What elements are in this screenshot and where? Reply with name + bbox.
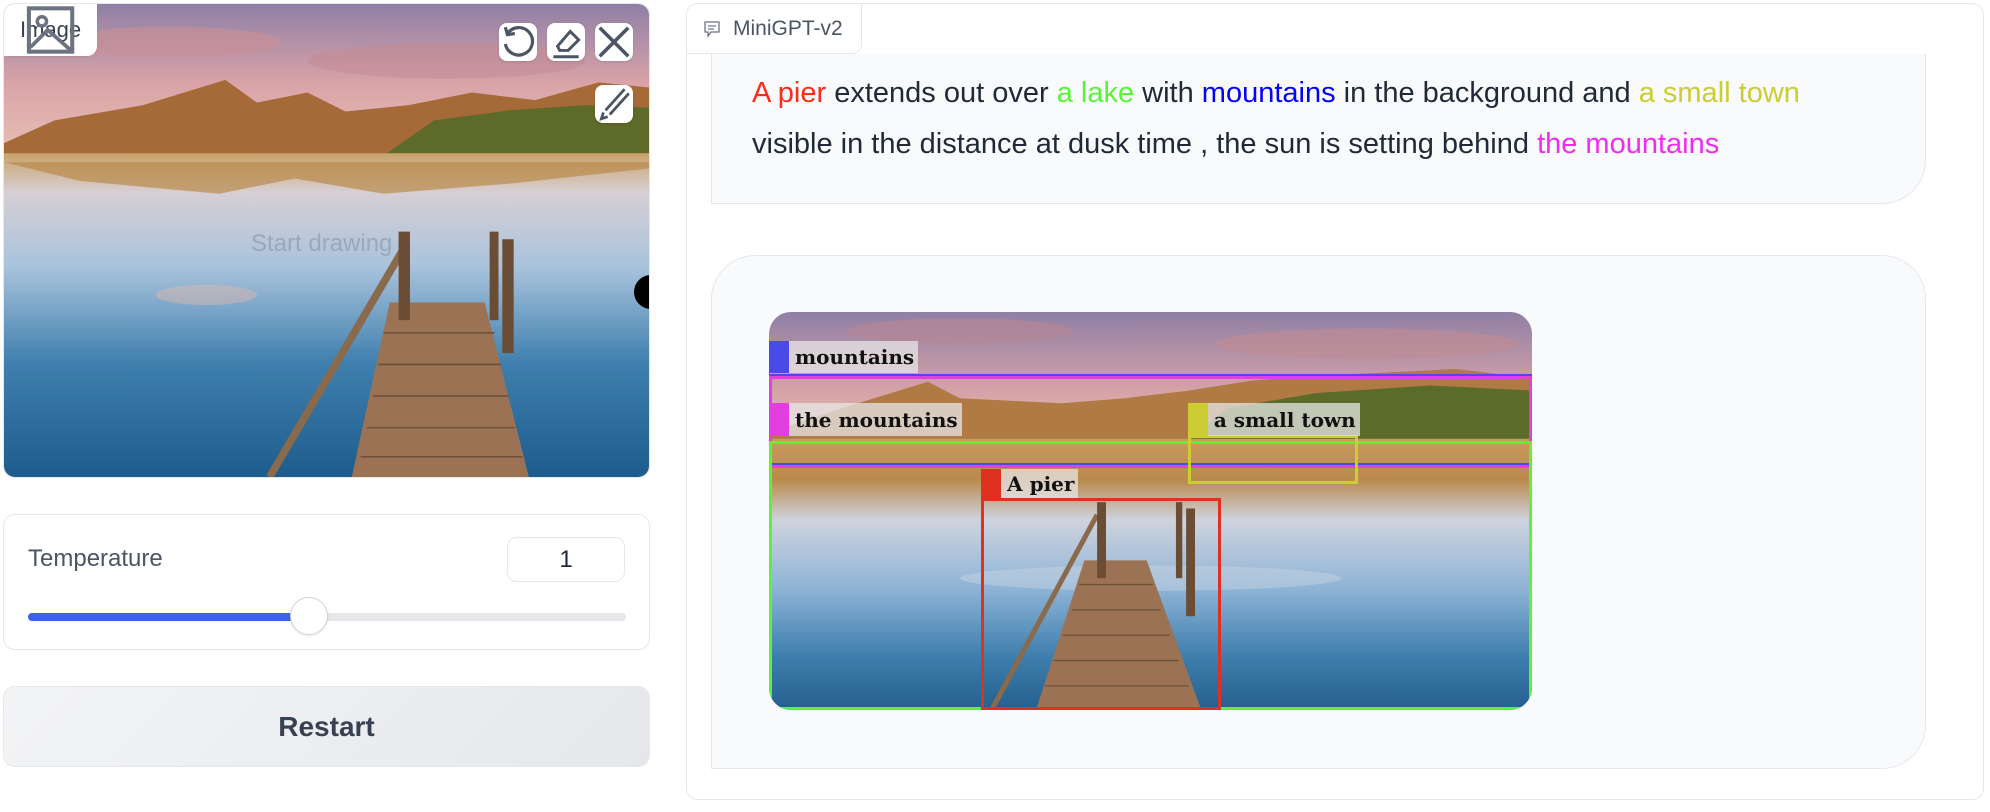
caption-segment: visible in the distance at dusk time , t… bbox=[752, 128, 1538, 160]
brush-icon bbox=[599, 88, 630, 121]
caption-segment: extends out over bbox=[826, 77, 1057, 109]
clear-button[interactable] bbox=[595, 23, 633, 61]
undo-button[interactable] bbox=[499, 23, 537, 61]
image-input-panel[interactable]: Image Start drawing bbox=[3, 3, 650, 478]
annotated-image: mountains the mountains a small town A p… bbox=[769, 312, 1532, 710]
caption-segment: a lake bbox=[1056, 77, 1135, 109]
start-drawing-placeholder: Start drawing bbox=[251, 230, 393, 257]
label-swatch bbox=[769, 403, 789, 437]
image-icon bbox=[26, 6, 75, 54]
caption-segment: a small town bbox=[1638, 77, 1800, 109]
bbox-label-text: mountains bbox=[795, 344, 915, 369]
temperature-number-input[interactable]: 1 bbox=[507, 537, 625, 582]
temperature-slider[interactable] bbox=[28, 597, 626, 635]
undo-icon bbox=[503, 26, 535, 57]
label-swatch bbox=[1187, 403, 1208, 437]
bbox-label-text: A pier bbox=[1007, 471, 1075, 496]
chat-icon bbox=[704, 20, 720, 38]
eraser-button[interactable] bbox=[547, 23, 585, 61]
bbox-label-a-small-town: a small town bbox=[1187, 403, 1360, 437]
slider-fill bbox=[28, 613, 310, 621]
grounded-caption: A pier extends out over a lake with moun… bbox=[752, 77, 1800, 160]
eraser-icon bbox=[553, 29, 581, 59]
chatbot-panel: MiniGPT-v2 A pier extends out over a lak… bbox=[686, 3, 1984, 800]
restart-button[interactable]: Restart bbox=[3, 686, 650, 767]
brush-button[interactable] bbox=[595, 85, 633, 123]
slider-thumb[interactable] bbox=[290, 597, 329, 635]
bot-message-image: mountains the mountains a small town A p… bbox=[711, 255, 1926, 769]
image-input-label: Image bbox=[4, 4, 98, 56]
close-icon bbox=[598, 26, 630, 58]
caption-segment: the mountains bbox=[1537, 128, 1720, 160]
bbox-a-pier bbox=[981, 498, 1221, 710]
label-swatch bbox=[769, 341, 789, 373]
label-swatch bbox=[981, 469, 1002, 499]
bbox-label-text: a small town bbox=[1213, 407, 1356, 432]
bbox-label-a-pier: A pier bbox=[981, 469, 1079, 499]
caption-segment: in the background and bbox=[1335, 77, 1639, 109]
bbox-label-the-mountains: the mountains bbox=[769, 403, 962, 437]
bot-message-text: A pier extends out over a lake with moun… bbox=[711, 54, 1926, 204]
bbox-label-mountains: mountains bbox=[769, 341, 919, 373]
caption-segment: mountains bbox=[1201, 77, 1336, 109]
caption-segment: with bbox=[1134, 77, 1202, 109]
bbox-a-small-town bbox=[1187, 434, 1359, 485]
temperature-label: Temperature bbox=[28, 545, 163, 572]
caption-segment: A pier bbox=[752, 77, 827, 109]
bbox-label-text: the mountains bbox=[795, 407, 958, 432]
chatbot-label-text: MiniGPT-v2 bbox=[733, 16, 843, 40]
temperature-panel: Temperature 1 bbox=[3, 514, 650, 650]
chatbot-label: MiniGPT-v2 bbox=[687, 4, 862, 54]
